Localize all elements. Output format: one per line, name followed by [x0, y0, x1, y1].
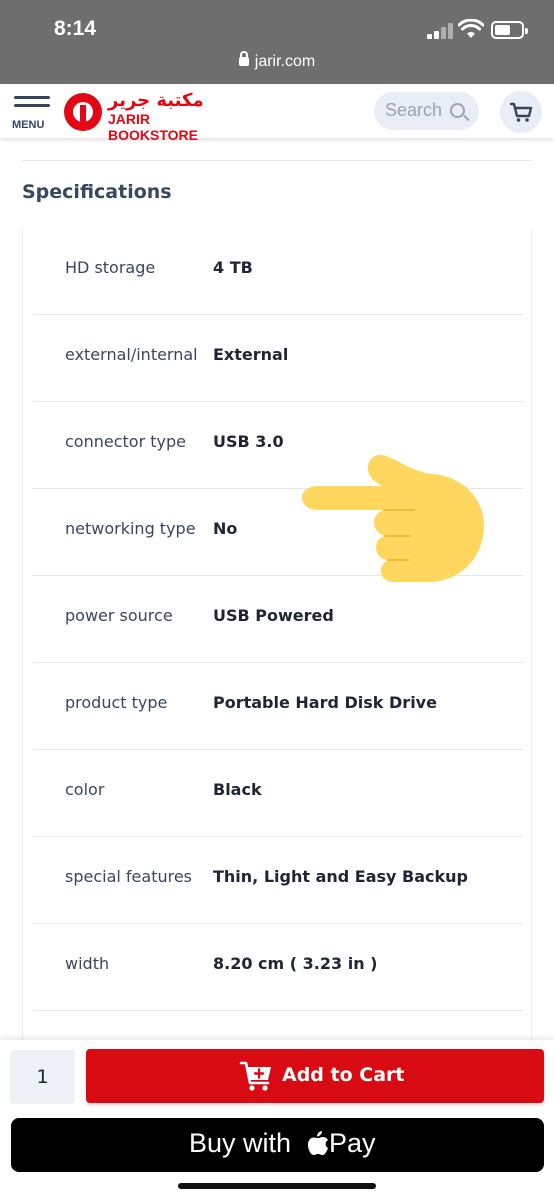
add-to-cart-button[interactable]: Add to Cart — [86, 1049, 544, 1103]
logo-latin-text: JARIR BOOKSTORE — [108, 111, 198, 143]
status-time: 8:14 — [54, 17, 97, 40]
spec-value: Thin, Light and Easy Backup — [213, 867, 468, 886]
spec-value: No — [213, 519, 238, 538]
spec-value: Black — [213, 780, 262, 799]
browser-top-bar: 8:14 jarir.com — [0, 0, 554, 84]
home-indicator — [178, 1183, 376, 1189]
spec-label: external/internal — [65, 345, 198, 364]
hamburger-menu-icon — [14, 96, 50, 99]
spec-label: HD storage — [65, 258, 156, 277]
search-placeholder: Search — [385, 100, 443, 120]
wifi-icon — [458, 19, 484, 38]
spec-label: power source — [65, 606, 173, 625]
url-text: jarir.com — [254, 53, 316, 70]
site-header: MENU مكتبة جرير JARIR BOOKSTORE Search — [0, 84, 554, 143]
quantity-field[interactable]: 1 — [10, 1050, 75, 1104]
search-box[interactable]: Search — [374, 92, 479, 130]
jarir-logo[interactable]: مكتبة جرير JARIR BOOKSTORE — [64, 90, 236, 143]
specifications-table: HD storage 4 TB external/internal Extern… — [22, 228, 532, 1068]
pointing-hand-emoji — [302, 454, 484, 582]
spec-row-width: width 8.20 cm ( 3.23 in ) — [33, 924, 523, 1011]
search-icon — [450, 103, 465, 118]
logo-arabic-text: مكتبة جرير — [108, 90, 204, 111]
spec-value: 4 TB — [213, 258, 253, 277]
spec-label: color — [65, 780, 105, 799]
spec-label: special features — [65, 867, 193, 886]
spec-value: USB 3.0 — [213, 432, 284, 451]
address-bar[interactable]: jarir.com — [0, 51, 554, 71]
menu-label: MENU — [12, 119, 45, 131]
spec-value: USB Powered — [213, 606, 334, 625]
menu-button[interactable]: MENU — [12, 96, 52, 136]
spec-label: width — [65, 954, 110, 973]
spec-label: networking type — [65, 519, 196, 538]
section-divider — [22, 160, 532, 161]
apple-pay-suffix: Pay — [329, 1128, 376, 1158]
cart-plus-icon — [239, 1061, 271, 1091]
purchase-bar: 1 Add to Cart Buy with Pay — [0, 1040, 554, 1200]
specifications-heading: Specifications — [22, 181, 172, 203]
lock-icon — [238, 51, 249, 66]
cart-button[interactable] — [500, 91, 542, 133]
spec-label: product type — [65, 693, 168, 712]
spec-value: Portable Hard Disk Drive — [213, 693, 437, 712]
spec-row-hd-storage: HD storage 4 TB — [33, 228, 523, 315]
cell-signal-icon — [427, 22, 455, 39]
spec-row-special-features: special features Thin, Light and Easy Ba… — [33, 837, 523, 924]
logo-mark-icon — [64, 93, 102, 131]
apple-pay-prefix: Buy with — [189, 1128, 292, 1158]
spec-label: connector type — [65, 432, 186, 451]
spec-row-power-source: power source USB Powered — [33, 576, 523, 663]
spec-row-product-type: product type Portable Hard Disk Drive — [33, 663, 523, 750]
spec-row-color: color Black — [33, 750, 523, 837]
apple-logo-icon — [308, 1131, 328, 1155]
cart-icon — [509, 102, 533, 122]
spec-value: 8.20 cm ( 3.23 in ) — [213, 954, 378, 973]
apple-pay-button[interactable]: Buy with Pay — [11, 1118, 544, 1172]
add-to-cart-label: Add to Cart — [282, 1064, 405, 1086]
spec-value: External — [213, 345, 289, 364]
battery-icon — [491, 21, 528, 39]
spec-row-external-internal: external/internal External — [33, 315, 523, 402]
